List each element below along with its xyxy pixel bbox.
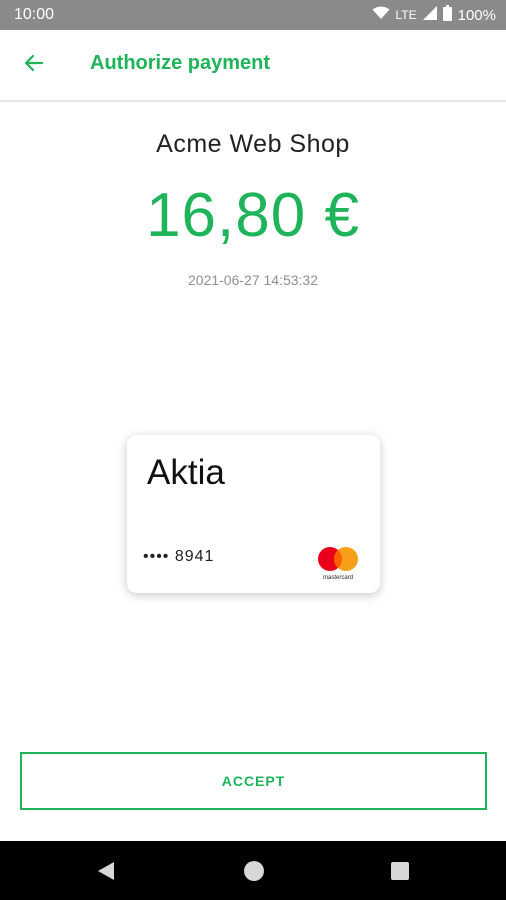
- signal-icon: [422, 6, 437, 24]
- payment-card[interactable]: Aktia •••• 8941 mastercard: [127, 435, 380, 593]
- battery-icon: [442, 5, 452, 25]
- wifi-icon: [372, 6, 390, 24]
- card-number: •••• 8941: [143, 548, 215, 565]
- merchant-name: Acme Web Shop: [156, 130, 350, 158]
- status-bar: 10:00 LTE 100%: [0, 0, 506, 30]
- network-type: LTE: [395, 8, 417, 22]
- status-icons: LTE 100%: [372, 5, 496, 25]
- back-button[interactable]: [16, 47, 52, 83]
- home-circle-icon[interactable]: [242, 859, 266, 883]
- arrow-left-icon: [22, 51, 46, 80]
- payment-amount: 16,80 €: [146, 181, 360, 250]
- page-title: Authorize payment: [90, 52, 271, 74]
- svg-text:mastercard: mastercard: [323, 575, 353, 581]
- card-bank-name: Aktia: [147, 453, 225, 492]
- back-triangle-icon[interactable]: [94, 859, 118, 883]
- navigation-bar: [0, 841, 506, 900]
- accept-button[interactable]: ACCEPT: [20, 752, 487, 810]
- mastercard-logo: mastercard: [314, 545, 362, 581]
- payment-timestamp: 2021-06-27 14:53:32: [188, 272, 318, 288]
- battery-level: 100%: [457, 6, 496, 24]
- recents-square-icon[interactable]: [388, 859, 412, 883]
- app-bar: Authorize payment: [0, 30, 506, 102]
- status-time: 10:00: [14, 6, 55, 23]
